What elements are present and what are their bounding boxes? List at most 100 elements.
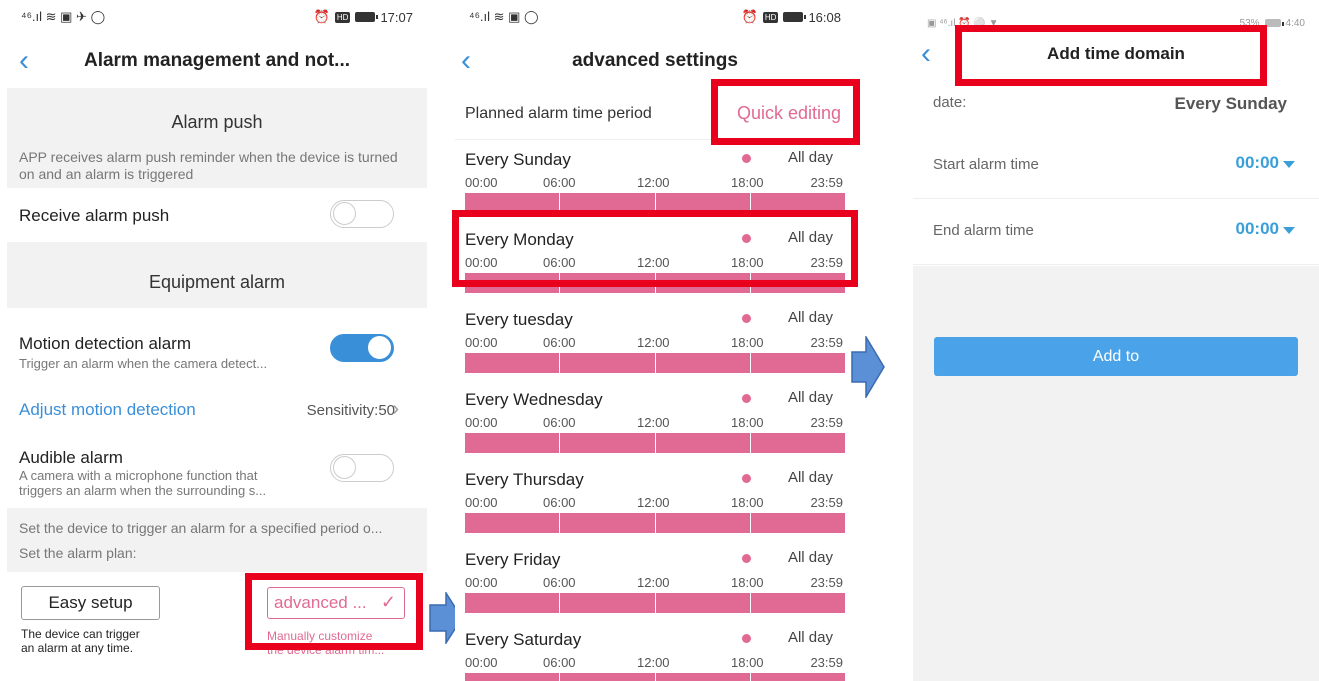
back-chevron-icon[interactable]: ‹ — [461, 46, 471, 76]
alarm-period-bar[interactable] — [465, 513, 845, 533]
motion-detection-label: Motion detection alarm — [19, 334, 191, 353]
day-row[interactable]: Every Wednesday All day 00:00 06:00 12:00 18:… — [455, 380, 855, 460]
time-axis-labels: 00:00 06:00 12:00 18:00 23:59 — [465, 335, 843, 351]
composite-canvas: ⁴⁶.ıl ≋ ▣ ✈ ◯ ⏰ HD 17:07 ‹ Alarm managem… — [0, 0, 1319, 681]
back-chevron-icon[interactable]: ‹ — [19, 46, 29, 76]
time-label: 00:00 — [465, 575, 498, 590]
hd-icon: HD — [762, 11, 779, 23]
equipment-alarm-section: Equipment alarm — [7, 242, 427, 308]
time-label: 12:00 — [637, 575, 670, 590]
chevron-right-icon: › — [392, 398, 399, 420]
all-day-label: All day — [787, 309, 833, 326]
alarm-plan-section: Set the device to trigger an alarm for a… — [7, 508, 427, 572]
bar-tick — [750, 593, 751, 613]
alarm-clock-icon: ⏰ — [741, 9, 758, 24]
all-day-label: All day — [787, 549, 833, 566]
receive-alarm-push-toggle[interactable] — [330, 200, 394, 228]
all-day-label: All day — [787, 629, 833, 646]
back-chevron-icon[interactable]: ‹ — [921, 38, 931, 69]
easy-setup-desc-1: The device can trigger — [21, 627, 140, 641]
time-label: 12:00 — [637, 655, 670, 670]
receive-alarm-push-label: Receive alarm push — [19, 206, 170, 225]
toggle-knob — [368, 336, 391, 359]
time-label: 18:00 — [731, 495, 764, 510]
day-name: Every Thursday — [465, 470, 584, 489]
status-bar: ⁴⁶.ıl ≋ ▣ ◯ ⏰ HD 16:08 — [455, 0, 855, 34]
bar-tick — [559, 593, 560, 613]
title-bar: ‹ Alarm management and not... — [7, 34, 427, 88]
time-label: 00:00 — [465, 335, 498, 350]
day-name: Every Saturday — [465, 630, 582, 649]
adjust-motion-row[interactable]: Adjust motion detection Sensitivity:50 › — [7, 388, 427, 436]
day-row[interactable]: Every tuesday All day 00:00 06:00 12:00 18:00… — [455, 300, 855, 380]
audible-alarm-toggle[interactable] — [330, 454, 394, 482]
start-alarm-row[interactable]: Start alarm time 00:00 — [913, 133, 1319, 199]
time-axis-labels: 00:00 06:00 12:00 18:00 23:59 — [465, 415, 843, 431]
alarm-period-bar[interactable] — [465, 353, 845, 373]
add-to-button[interactable]: Add to — [934, 337, 1298, 376]
alarm-clock-icon: ⏰ — [313, 9, 330, 24]
time-label: 12:00 — [637, 495, 670, 510]
end-alarm-row[interactable]: End alarm time 00:00 — [913, 199, 1319, 265]
day-row[interactable]: Every Friday All day 00:00 06:00 12:00 18:00 2… — [455, 540, 855, 620]
audible-alarm-sub-1: A camera with a microphone function that — [19, 468, 258, 483]
time-label: 06:00 — [543, 335, 576, 350]
hd-icon: HD — [334, 11, 351, 23]
start-alarm-value[interactable]: 00:00 — [1236, 153, 1279, 173]
arrow-right-icon — [851, 336, 885, 398]
battery-icon — [783, 12, 807, 22]
audible-alarm-row: Audible alarm A camera with a microphone… — [7, 436, 427, 508]
page-title: Alarm management and not... — [83, 50, 351, 71]
bar-tick — [750, 513, 751, 533]
equipment-alarm-heading: Equipment alarm — [148, 272, 286, 292]
date-value: Every Sunday — [1174, 94, 1287, 113]
day-name: Every tuesday — [465, 310, 573, 329]
highlight-box-quick-editing — [711, 79, 860, 145]
time-label: 06:00 — [543, 655, 576, 670]
day-row[interactable]: Every Saturday All day 00:00 06:00 12:00 18:0… — [455, 620, 855, 681]
time-label: 06:00 — [543, 575, 576, 590]
end-alarm-label: End alarm time — [933, 222, 1034, 239]
day-name: Every Friday — [465, 550, 561, 569]
alarm-period-bar[interactable] — [465, 593, 845, 613]
alarm-plan-desc-1: Set the device to trigger an alarm for a… — [19, 520, 383, 536]
easy-setup-button[interactable]: Easy setup — [21, 586, 160, 620]
day-row[interactable]: Every Thursday All day 00:00 06:00 12:00 18:0… — [455, 460, 855, 540]
alarm-period-bar[interactable] — [465, 433, 845, 453]
time-label: 23:59 — [810, 575, 843, 590]
all-day-label: All day — [787, 389, 833, 406]
battery-icon — [355, 12, 379, 22]
alarm-push-section: Alarm push APP receives alarm push remin… — [7, 88, 427, 188]
bar-tick — [559, 353, 560, 373]
start-alarm-label: Start alarm time — [933, 156, 1039, 173]
day-name: Every Sunday — [465, 150, 571, 169]
status-dot-icon — [742, 554, 751, 563]
toggle-knob — [333, 456, 356, 479]
status-dot-icon — [742, 634, 751, 643]
adjust-motion-link[interactable]: Adjust motion detection — [19, 400, 196, 420]
alarm-period-bar[interactable] — [465, 673, 845, 681]
status-time: 17:07 — [380, 9, 413, 25]
motion-detection-toggle[interactable] — [330, 334, 394, 362]
bar-tick — [559, 513, 560, 533]
easy-setup-desc-2: an alarm at any time. — [21, 641, 134, 655]
end-alarm-value[interactable]: 00:00 — [1236, 219, 1279, 239]
toggle-knob — [333, 202, 356, 225]
status-bar: ⁴⁶.ıl ≋ ▣ ✈ ◯ ⏰ HD 17:07 — [7, 0, 427, 34]
time-label: 18:00 — [731, 575, 764, 590]
caret-down-icon[interactable] — [1283, 227, 1295, 234]
content-background — [913, 266, 1319, 681]
time-label: 23:59 — [810, 415, 843, 430]
day-row[interactable]: Every Sunday All day 00:00 06:00 12:00 18:00 2… — [455, 140, 855, 220]
alarm-push-description: APP receives alarm push reminder when th… — [19, 149, 398, 182]
time-label: 06:00 — [543, 415, 576, 430]
time-label: 00:00 — [465, 175, 498, 190]
time-label: 06:00 — [543, 175, 576, 190]
time-label: 00:00 — [465, 495, 498, 510]
bar-tick — [750, 433, 751, 453]
sensitivity-value: Sensitivity:50 — [306, 402, 395, 419]
alarm-push-heading: Alarm push — [171, 112, 263, 132]
bar-tick — [750, 673, 751, 681]
caret-down-icon[interactable] — [1283, 161, 1295, 168]
signal-wifi-icons: ⁴⁶.ıl ≋ ▣ ✈ ◯ — [21, 9, 106, 24]
